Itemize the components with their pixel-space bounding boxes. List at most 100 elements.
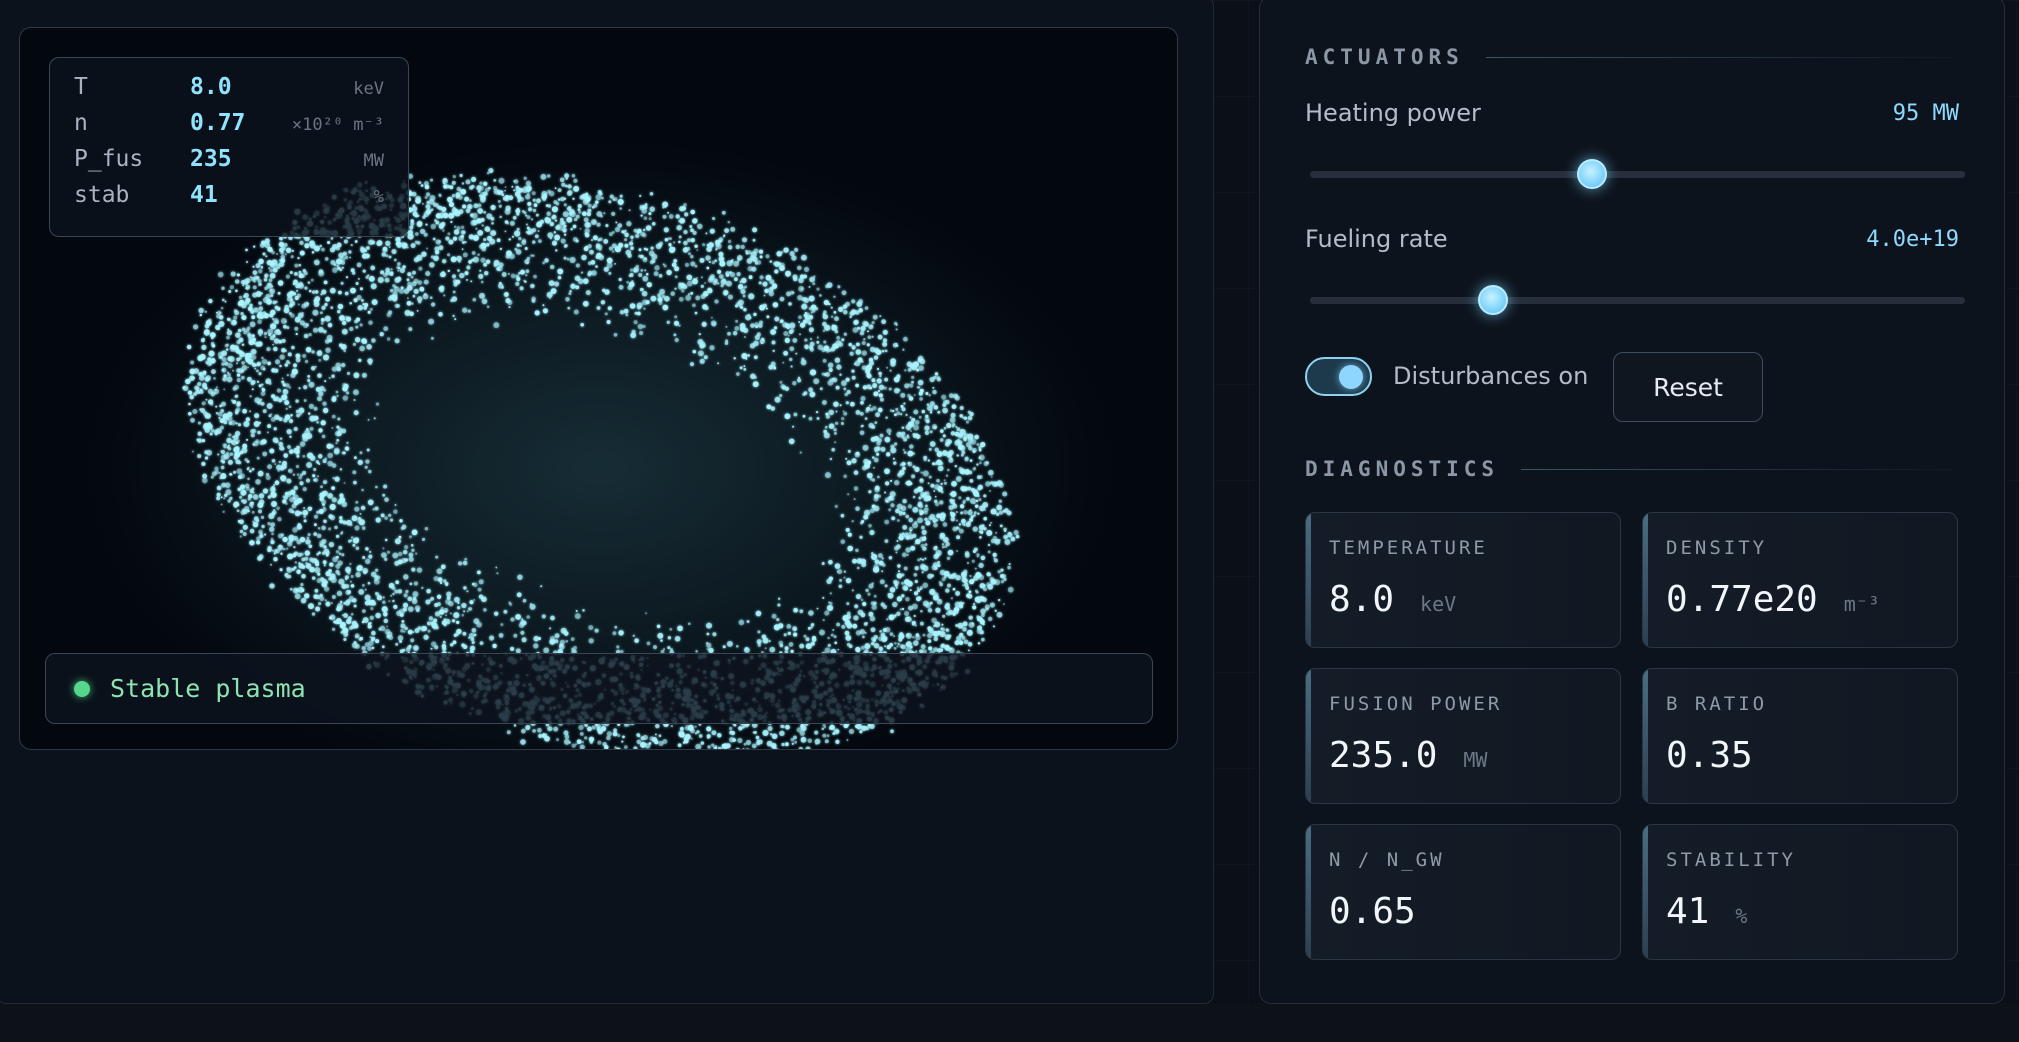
plasma-particle	[299, 511, 303, 515]
plasma-particle	[736, 645, 739, 648]
plasma-particle	[388, 513, 392, 517]
plasma-particle	[323, 545, 327, 549]
plasma-particle	[422, 293, 429, 300]
plasma-particle	[737, 284, 744, 290]
plasma-particle	[861, 365, 867, 371]
plasma-particle	[269, 448, 275, 454]
plasma-particle	[616, 645, 620, 649]
plasma-particle	[856, 566, 860, 570]
plasma-particle	[828, 576, 833, 581]
plasma-particle	[328, 514, 333, 519]
plasma-particle	[813, 275, 816, 278]
plasma-particle	[554, 234, 561, 241]
plasma-particle	[262, 409, 267, 414]
plasma-particle	[625, 313, 629, 317]
plasma-particle	[414, 232, 419, 236]
plasma-particle	[254, 367, 257, 370]
plasma-particle	[611, 243, 617, 249]
plasma-particle	[306, 428, 309, 431]
plasma-particle	[808, 327, 814, 333]
plasma-particle	[746, 620, 750, 623]
plasma-particle	[445, 584, 448, 587]
plasma-particle	[904, 369, 907, 372]
plasma-particle	[503, 609, 508, 614]
plasma-particle	[216, 326, 221, 331]
plasma-particle	[909, 482, 913, 486]
plasma-particle	[367, 310, 371, 314]
plasma-particle	[983, 516, 987, 521]
plasma-particle	[799, 333, 801, 336]
plasma-particle	[947, 549, 954, 556]
plasma-particle	[920, 565, 925, 571]
plasma-particle	[227, 446, 232, 451]
plasma-particle	[880, 446, 886, 452]
plasma-particle	[294, 561, 297, 564]
plasma-particle	[892, 457, 895, 460]
plasma-particle	[504, 292, 509, 297]
plasma-particle	[192, 324, 199, 330]
plasma-particle	[966, 497, 970, 501]
plasma-particle	[955, 526, 959, 530]
plasma-particle	[428, 318, 435, 325]
plasma-particle	[435, 213, 442, 219]
plasma-particle	[698, 734, 703, 738]
plasma-particle	[416, 221, 423, 227]
plasma-particle	[284, 363, 289, 367]
plasma-particle	[870, 601, 875, 606]
plasma-particle	[827, 379, 834, 386]
plasma-particle	[289, 303, 293, 308]
plasma-particle	[310, 278, 314, 282]
plasma-particle	[896, 596, 903, 602]
plasma-particle	[827, 362, 834, 368]
plasma-particle	[860, 325, 866, 332]
plasma-particle	[784, 413, 791, 420]
plasma-particle	[579, 744, 585, 749]
plasma-particle	[783, 331, 789, 337]
plasma-particle	[833, 635, 837, 639]
plasma-particle	[854, 724, 859, 728]
plasma-particle	[605, 224, 609, 228]
plasma-particle	[957, 622, 964, 629]
plasma-particle	[314, 567, 321, 574]
plasma-particle	[980, 441, 986, 448]
plasma-particle	[853, 498, 856, 501]
plasma-particle	[524, 246, 528, 251]
plasma-particle	[624, 232, 629, 238]
plasma-particle	[695, 743, 702, 749]
plasma-particle	[335, 442, 338, 445]
plasma-particle	[308, 403, 315, 410]
plasma-particle	[980, 555, 986, 561]
plasma-particle	[705, 622, 713, 629]
plasma-particle	[258, 372, 262, 376]
plasma-particle	[830, 633, 834, 637]
plasma-particle	[873, 496, 879, 502]
plasma-particle	[404, 545, 409, 550]
plasma-particle	[432, 237, 436, 241]
plasma-particle	[587, 244, 592, 249]
plasma-particle	[863, 559, 866, 563]
plasma-particle	[899, 608, 902, 611]
plasma-particle	[359, 636, 364, 641]
plasma-particle	[346, 391, 350, 395]
plasma-particle	[226, 329, 233, 336]
plasma-particle	[743, 742, 747, 746]
plasma-particle	[379, 332, 384, 337]
plasma-particle	[635, 233, 640, 239]
plasma-particle	[382, 247, 386, 250]
plasma-particle	[681, 219, 684, 223]
plasma-particle	[274, 305, 279, 310]
plasma-particle	[374, 506, 379, 511]
plasma-particle	[285, 407, 288, 410]
plasma-particle	[327, 322, 333, 328]
plasma-particle	[240, 510, 246, 515]
plasma-particle	[301, 565, 306, 569]
plasma-particle	[521, 637, 527, 643]
plasma-particle	[895, 328, 898, 331]
plasma-particle	[238, 295, 243, 300]
plasma-particle	[604, 745, 609, 749]
plasma-particle	[922, 582, 929, 589]
plasma-particle	[510, 617, 515, 622]
plasma-particle	[872, 456, 875, 459]
plasma-particle	[932, 386, 935, 389]
plasma-particle	[810, 304, 817, 310]
